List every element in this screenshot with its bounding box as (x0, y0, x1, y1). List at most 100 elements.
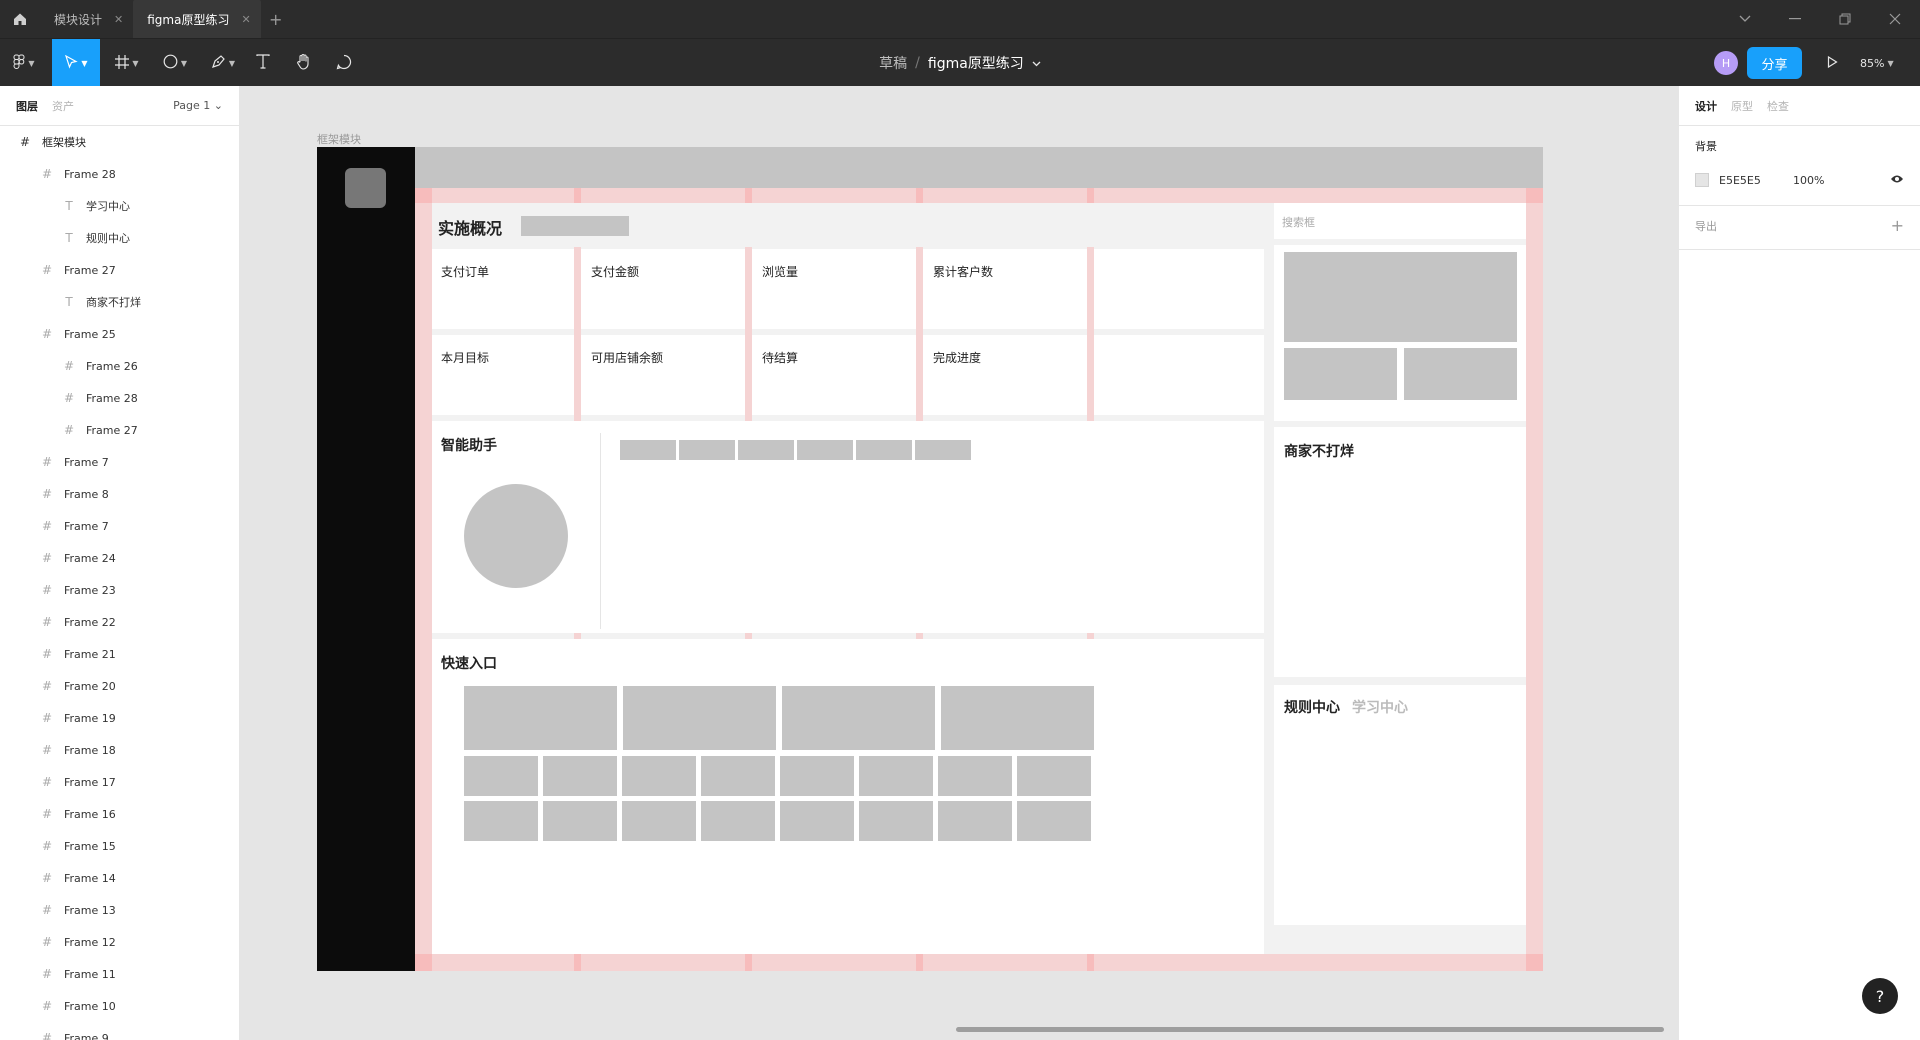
layer-item[interactable]: # Frame 8 (0, 478, 239, 510)
tab-placeholder[interactable] (797, 440, 853, 460)
layer-item[interactable]: # Frame 24 (0, 542, 239, 574)
layer-item[interactable]: # Frame 26 (0, 350, 239, 382)
background-hex[interactable]: E5E5E5 (1719, 174, 1793, 187)
tab-module-design[interactable]: 模块设计 ✕ (40, 0, 133, 38)
comment-tool-button[interactable] (330, 39, 358, 87)
layer-item[interactable]: # Frame 21 (0, 638, 239, 670)
layer-item[interactable]: # Frame 19 (0, 702, 239, 734)
page-select[interactable]: Page 1 ⌄ (173, 99, 223, 112)
quick-entry-tile[interactable] (622, 801, 696, 841)
quick-entry-tile[interactable] (701, 756, 775, 796)
tab-layers[interactable]: 图层 (16, 98, 38, 114)
layer-item[interactable]: # Frame 9 (0, 1022, 239, 1040)
layer-item[interactable]: # Frame 14 (0, 862, 239, 894)
close-tab-icon[interactable]: ✕ (241, 13, 250, 26)
frame-main[interactable]: 实施概况 支付订单 支付金额 浏览量 累计客户数 本月目标 可用店铺余额 待结算… (317, 147, 1543, 971)
layer-item[interactable]: T 商家不打烊 (0, 286, 239, 318)
close-window-icon[interactable] (1870, 0, 1920, 38)
stat-card[interactable]: 本月目标 (432, 335, 574, 415)
help-button[interactable]: ? (1862, 978, 1898, 1014)
layer-item[interactable]: # Frame 16 (0, 798, 239, 830)
layer-item[interactable]: T 学习中心 (0, 190, 239, 222)
layer-item[interactable]: # Frame 11 (0, 958, 239, 990)
quick-entry-tile[interactable] (780, 801, 854, 841)
tab-learning-center[interactable]: 学习中心 (1352, 697, 1408, 717)
hand-tool-button[interactable] (290, 39, 318, 87)
layer-item[interactable]: # Frame 15 (0, 830, 239, 862)
quick-entry-tile[interactable] (938, 801, 1012, 841)
banner-placeholder[interactable] (1284, 252, 1517, 342)
quick-entry-tile[interactable] (1017, 756, 1091, 796)
stat-card[interactable]: 完成进度 (923, 335, 1087, 415)
layer-item[interactable]: # Frame 10 (0, 990, 239, 1022)
move-tool-button[interactable]: ▼ (52, 39, 100, 87)
banner-placeholder[interactable] (1404, 348, 1517, 400)
tab-placeholder[interactable] (679, 440, 735, 460)
quick-entry-tile[interactable] (464, 801, 538, 841)
quick-entry-tile[interactable] (941, 686, 1094, 750)
new-tab-button[interactable]: + (261, 0, 291, 38)
main-menu-button[interactable]: ▼ (0, 39, 48, 87)
quick-entry-tile[interactable] (464, 686, 617, 750)
pen-tool-button[interactable]: ▼ (202, 39, 244, 87)
breadcrumb-drafts[interactable]: 草稿 (879, 53, 907, 73)
layer-item[interactable]: # Frame 20 (0, 670, 239, 702)
layer-item[interactable]: T 规则中心 (0, 222, 239, 254)
layer-item[interactable]: # Frame 18 (0, 734, 239, 766)
stat-card[interactable]: 可用店铺余额 (581, 335, 745, 415)
banner-placeholder[interactable] (1284, 348, 1397, 400)
present-button[interactable] (1816, 39, 1848, 87)
color-swatch[interactable] (1695, 173, 1709, 187)
share-button[interactable]: 分享 (1747, 47, 1802, 79)
quick-entry-tile[interactable] (622, 756, 696, 796)
chevron-down-icon[interactable] (1720, 0, 1770, 38)
search-box[interactable]: 搜索框 (1274, 203, 1526, 239)
tab-placeholder[interactable] (620, 440, 676, 460)
document-name[interactable]: figma原型练习 (928, 53, 1024, 73)
quick-entry-tile[interactable] (780, 756, 854, 796)
frame-tool-button[interactable]: ▼ (106, 39, 148, 87)
layer-item[interactable]: # Frame 25 (0, 318, 239, 350)
layer-item[interactable]: # Frame 7 (0, 446, 239, 478)
eye-icon[interactable] (1890, 174, 1904, 187)
layer-item[interactable]: # Frame 22 (0, 606, 239, 638)
text-tool-button[interactable] (250, 39, 276, 87)
zoom-menu[interactable]: 85% ▼ (1860, 39, 1894, 87)
stat-card[interactable]: 支付金额 (581, 249, 745, 329)
layer-item[interactable]: # Frame 28 (0, 382, 239, 414)
home-icon[interactable] (0, 0, 40, 38)
stat-card[interactable]: 待结算 (752, 335, 916, 415)
quick-entry-tile[interactable] (623, 686, 776, 750)
quick-entry-tile[interactable] (1017, 801, 1091, 841)
quick-entry-tile[interactable] (859, 756, 933, 796)
stat-card[interactable]: 累计客户数 (923, 249, 1087, 329)
restore-icon[interactable] (1820, 0, 1870, 38)
quick-entry-tile[interactable] (464, 756, 538, 796)
background-opacity[interactable]: 100% (1793, 174, 1824, 187)
layer-item[interactable]: # Frame 12 (0, 926, 239, 958)
layer-item[interactable]: # Frame 27 (0, 254, 239, 286)
tab-inspect[interactable]: 检查 (1767, 98, 1789, 114)
quick-entry-tile[interactable] (543, 801, 617, 841)
tab-placeholder[interactable] (915, 440, 971, 460)
tab-placeholder[interactable] (738, 440, 794, 460)
tab-figma-practice[interactable]: figma原型练习 ✕ (133, 0, 261, 38)
layer-item[interactable]: # Frame 17 (0, 766, 239, 798)
stat-card[interactable]: 浏览量 (752, 249, 916, 329)
quick-entry-tile[interactable] (782, 686, 935, 750)
stat-card[interactable]: 支付订单 (432, 249, 574, 329)
tab-assets[interactable]: 资产 (52, 98, 74, 114)
chevron-down-icon[interactable] (1032, 56, 1041, 70)
quick-entry-tile[interactable] (859, 801, 933, 841)
layer-item[interactable]: # Frame 13 (0, 894, 239, 926)
tab-design[interactable]: 设计 (1695, 98, 1717, 114)
quick-entry-tile[interactable] (938, 756, 1012, 796)
layer-item[interactable]: # 框架模块 (0, 126, 239, 158)
minimize-icon[interactable] (1770, 0, 1820, 38)
frame-label[interactable]: 框架模块 (317, 131, 361, 147)
tab-rules-center[interactable]: 规则中心 (1284, 697, 1340, 717)
close-tab-icon[interactable]: ✕ (114, 13, 123, 26)
quick-entry-tile[interactable] (701, 801, 775, 841)
layer-item[interactable]: # Frame 28 (0, 158, 239, 190)
layer-item[interactable]: # Frame 7 (0, 510, 239, 542)
